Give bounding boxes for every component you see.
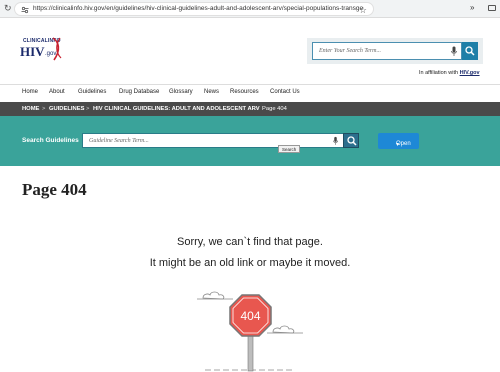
hiv-gov-link[interactable]: HIV.gov [460, 70, 480, 76]
nav-item-contact-us[interactable]: Contact Us [270, 89, 300, 95]
nav-item-resources[interactable]: Resources [230, 89, 259, 95]
address-bar[interactable]: https://clinicalinfo.hiv.gov/en/guidelin… [14, 2, 374, 16]
bookmarks-folder-icon[interactable] [488, 5, 496, 11]
guideline-search-input[interactable]: Guideline Search Term... [82, 133, 344, 148]
breadcrumb-guidelines[interactable]: GUIDELINES [49, 106, 84, 112]
nav-item-glossary[interactable]: Glossary [169, 89, 193, 95]
guideline-search-label: Search Guidelines [22, 137, 79, 144]
site-logo[interactable]: CLINICALINFO HIV .gov [20, 37, 80, 66]
breadcrumb-arv-guidelines[interactable]: HIV CLINICAL GUIDELINES: ADULT AND ADOLE… [93, 106, 260, 112]
error-message-line1: Sorry, we can`t find that page. [177, 236, 323, 248]
site-search-input[interactable]: Enter Your Search Term... [312, 42, 462, 60]
open-dropdown-button[interactable]: Open ▾ [378, 133, 419, 149]
nav-item-guidelines[interactable]: Guidelines [78, 89, 106, 95]
breadcrumb-separator: > [42, 106, 46, 112]
microphone-icon[interactable] [333, 136, 338, 146]
site-search-button[interactable] [462, 42, 478, 60]
breadcrumb-separator: > [255, 106, 259, 112]
chevron-down-icon: ▾ [396, 142, 400, 148]
guideline-search-button[interactable] [343, 133, 359, 148]
search-tooltip: Search [278, 145, 301, 153]
nav-item-drug-database[interactable]: Drug Database [119, 89, 159, 95]
browser-toolbar: ↻ https://clinicalinfo.hiv.gov/en/guidel… [0, 0, 500, 18]
sign-post [247, 334, 254, 372]
error-message-line2: It might be an old link or maybe it move… [149, 257, 351, 269]
breadcrumb: HOME > GUIDELINES > HIV CLINICAL GUIDELI… [0, 102, 500, 116]
guideline-search-placeholder: Guideline Search Term... [89, 138, 149, 144]
site-search-placeholder: Enter Your Search Term... [319, 48, 382, 54]
breadcrumb-current: Page 404 [262, 106, 287, 112]
logo-main-text: HIV [20, 44, 45, 59]
nav-item-home[interactable]: Home [22, 89, 38, 95]
search-icon [465, 46, 475, 56]
affiliation-prefix: In affiliation with [419, 70, 459, 76]
sign-text: 404 [240, 309, 260, 323]
guideline-search-band: Search Guidelines Guideline Search Term.… [0, 116, 500, 166]
search-icon [347, 136, 357, 146]
ribbon-icon [52, 37, 62, 61]
stop-sign-illustration: 404 [197, 291, 303, 372]
url-text: https://clinicalinfo.hiv.gov/en/guidelin… [33, 5, 363, 12]
nav-item-news[interactable]: News [204, 89, 219, 95]
page-title: Page 404 [22, 180, 87, 199]
site-info-icon[interactable] [21, 6, 29, 14]
nav-item-about[interactable]: About [49, 89, 65, 95]
bookmark-star-icon[interactable]: ☆ [359, 4, 367, 16]
breadcrumb-separator: > [86, 106, 90, 112]
affiliation-text: In affiliation with HIV.gov [419, 70, 480, 76]
breadcrumb-home[interactable]: HOME [22, 106, 39, 112]
extensions-chevron-icon[interactable]: » [470, 3, 474, 12]
site-search: Enter Your Search Term... [307, 38, 483, 64]
main-nav: Home About Guidelines Drug Database Glos… [0, 84, 500, 100]
microphone-icon[interactable] [451, 46, 457, 57]
reload-icon[interactable]: ↻ [4, 2, 12, 14]
